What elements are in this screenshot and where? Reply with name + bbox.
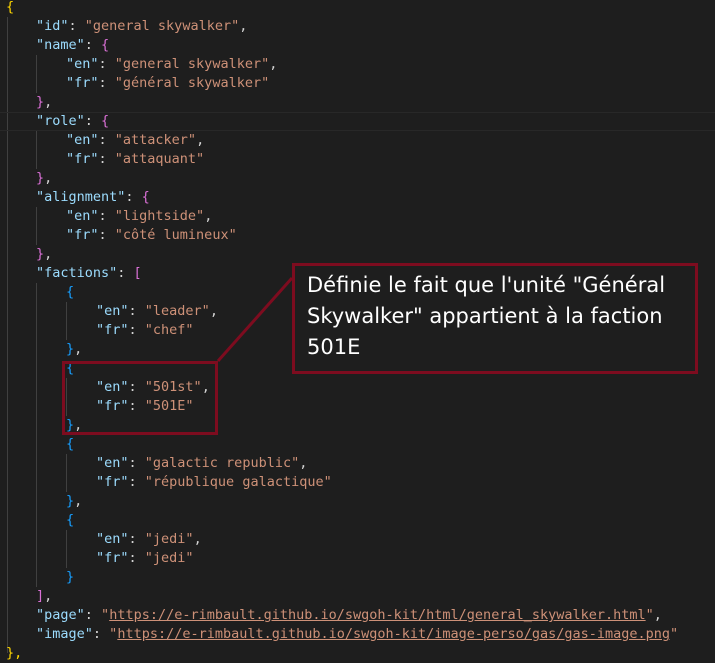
highlight-box <box>62 361 218 435</box>
annotation-callout: Définie le fait que l'unité "Général Sky… <box>292 263 698 374</box>
annotation-text: Définie le fait que l'unité "Général Sky… <box>307 273 666 359</box>
